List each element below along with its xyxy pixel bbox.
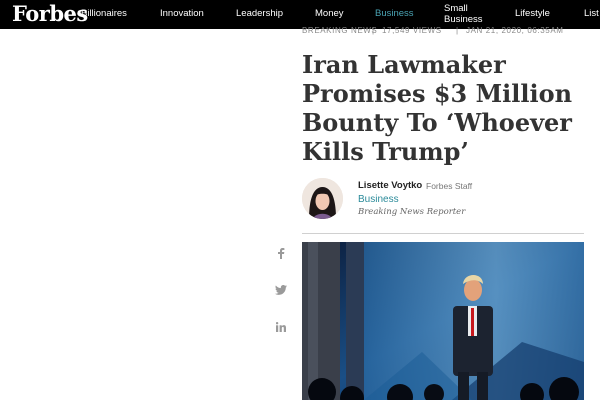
- nav-item-small-business[interactable]: Small Business: [444, 3, 483, 25]
- article-meta: BREAKING NEWS | 17,549 views | Jan 21, 2…: [302, 26, 592, 40]
- author-title: Breaking News Reporter: [358, 207, 466, 217]
- nav-item-business[interactable]: Business: [375, 8, 414, 19]
- speaker-on-stage-image: [302, 242, 584, 400]
- article-kicker: BREAKING NEWS: [302, 26, 378, 35]
- article-views: 17,549 views: [382, 26, 442, 35]
- author-portrait-icon: [302, 178, 343, 219]
- author-avatar[interactable]: [302, 178, 343, 219]
- article-headline: Iran Lawmaker Promises $3 Million Bounty…: [302, 50, 573, 166]
- nav-item-small-business-line1: Small: [444, 3, 468, 14]
- author-name[interactable]: Lisette Voytko: [358, 180, 422, 191]
- nav-item-innovation[interactable]: Innovation: [160, 8, 204, 19]
- article-photo[interactable]: [302, 242, 584, 400]
- meta-separator: |: [372, 26, 375, 35]
- top-nav: Forbes Billionaires Innovation Leadershi…: [0, 0, 600, 29]
- nav-item-billionaires[interactable]: Billionaires: [81, 8, 127, 19]
- article-date: Jan 21, 2020, 06:35am: [466, 26, 564, 35]
- nav-item-lists[interactable]: List: [584, 8, 599, 19]
- facebook-icon[interactable]: [275, 247, 287, 259]
- nav-item-money[interactable]: Money: [315, 8, 344, 19]
- meta-separator: |: [456, 26, 459, 35]
- author-divider: [302, 233, 584, 234]
- forbes-logo[interactable]: Forbes: [12, 2, 88, 26]
- twitter-icon[interactable]: [275, 284, 287, 296]
- author-role: Forbes Staff: [426, 181, 473, 191]
- linkedin-icon[interactable]: [275, 321, 287, 333]
- nav-item-lifestyle[interactable]: Lifestyle: [515, 8, 550, 19]
- author-channel-link[interactable]: Business: [358, 194, 399, 205]
- nav-item-small-business-line2: Business: [444, 14, 483, 25]
- nav-item-leadership[interactable]: Leadership: [236, 8, 283, 19]
